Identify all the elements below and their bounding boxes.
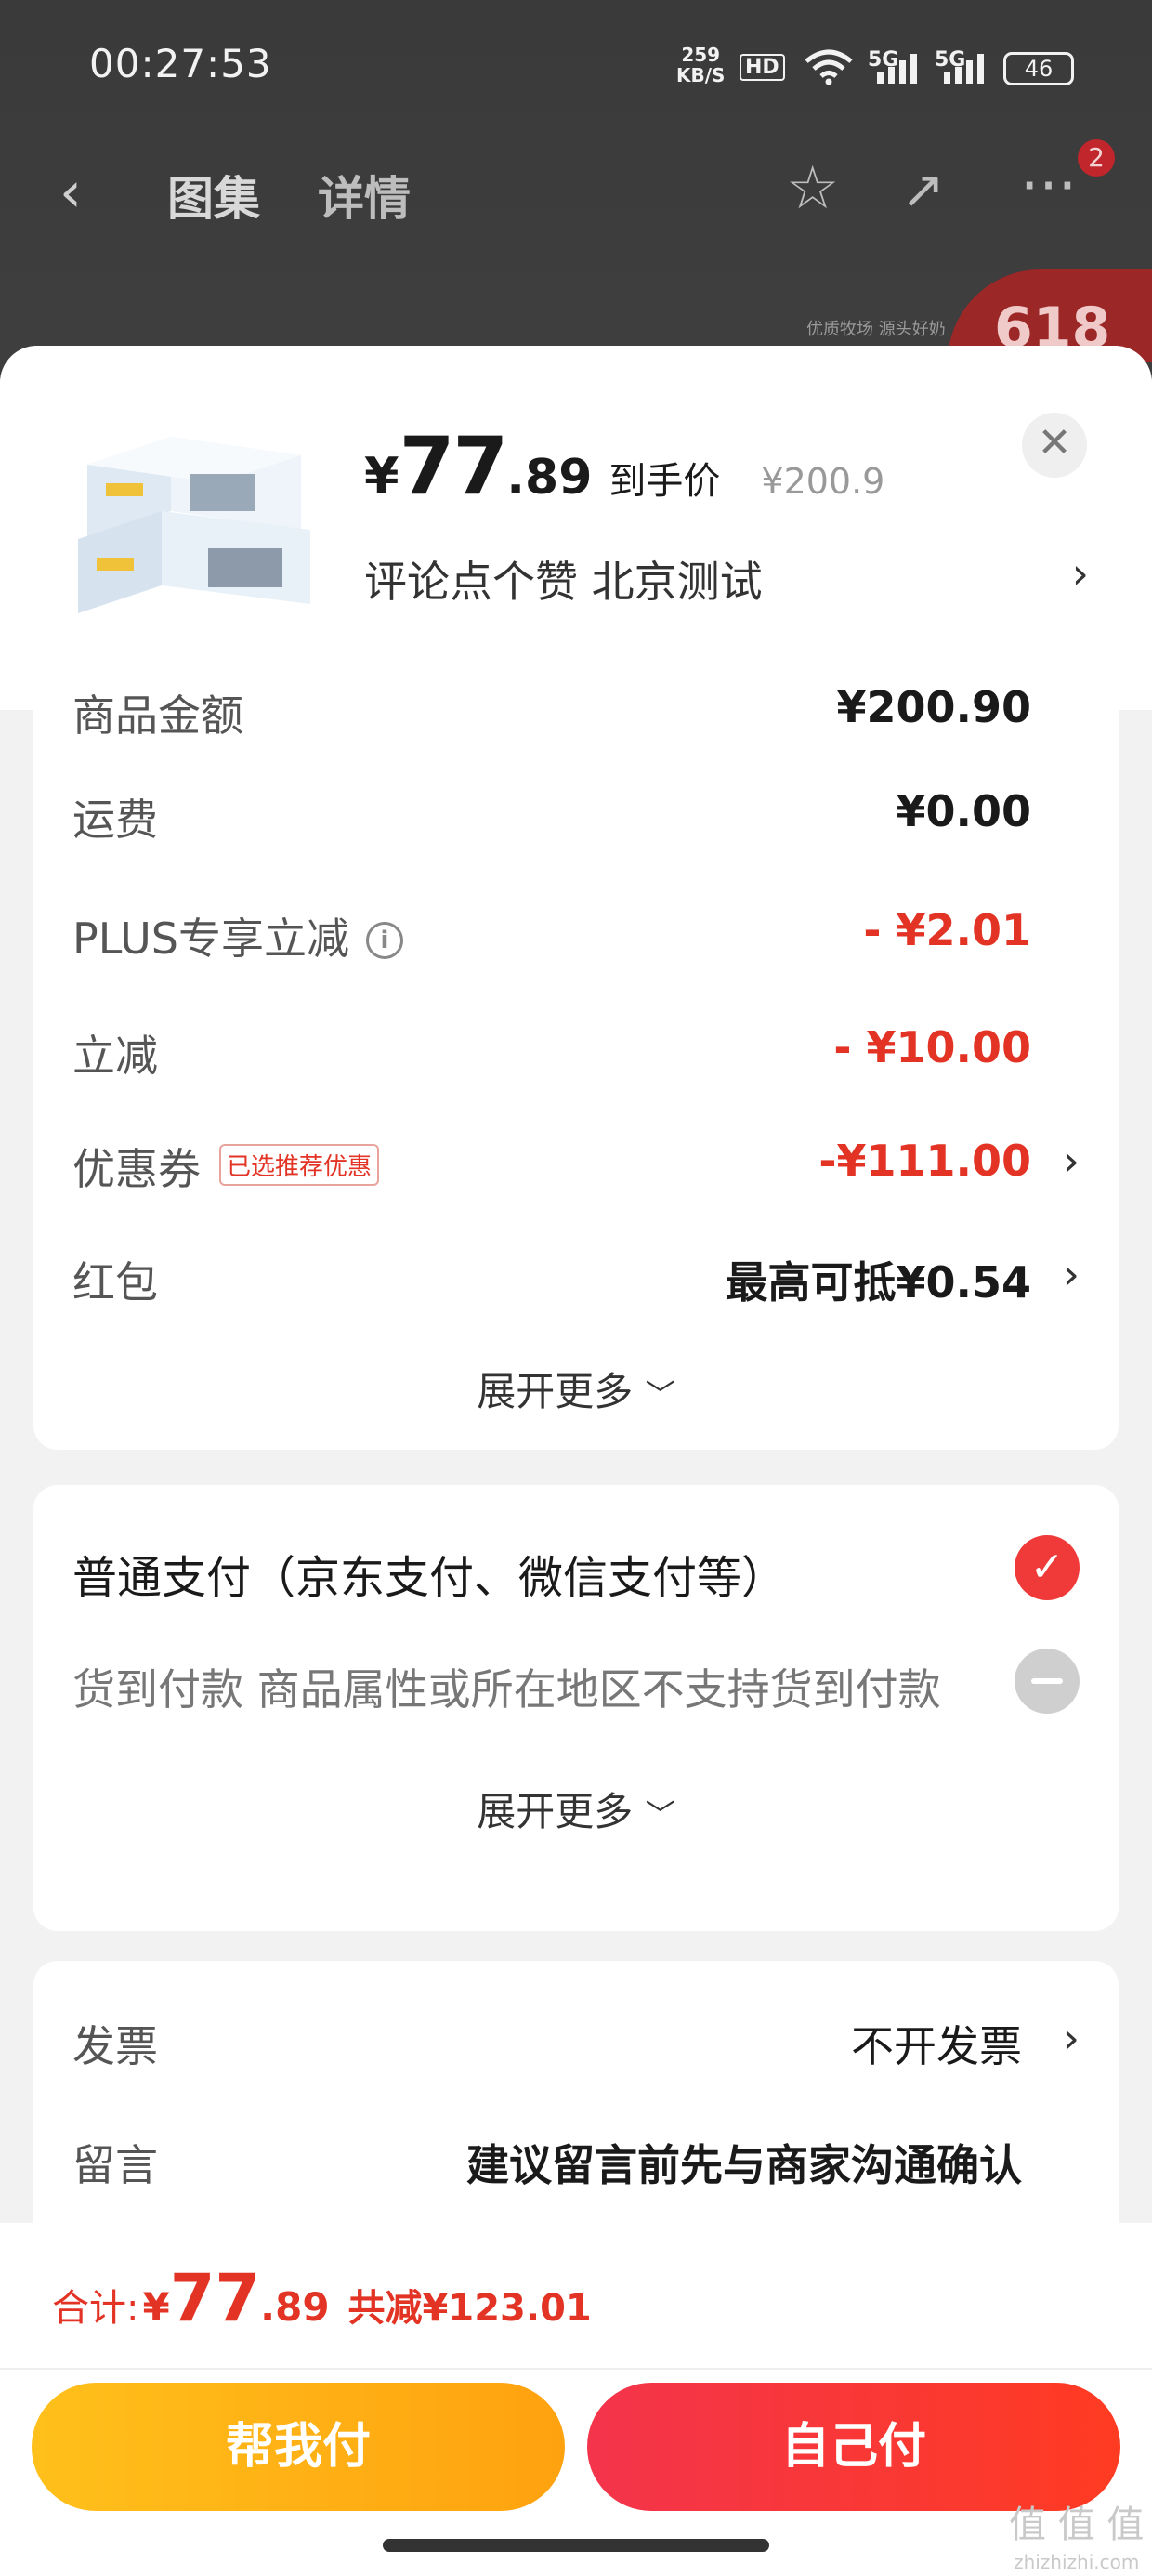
invoice-label: 发票 (72, 2021, 158, 2071)
status-bar: 00:27:53 259 KB/S HD 5G 5G 46 (0, 0, 1152, 139)
total-label: 合计: (52, 2287, 139, 2330)
goods-amount-label: 商品金额 (72, 690, 243, 738)
signal-1-icon (877, 54, 920, 84)
extra-info-card: 发票 不开发票 › 留言 建议留言前先与商家沟通确认 (33, 1961, 1119, 2256)
payment-cod-row: 货到付款 商品属性或所在地区不支持货到付款 (72, 1649, 1080, 1727)
message-input[interactable]: 建议留言前先与商家沟通确认 (466, 2132, 1022, 2193)
payment-normal-label: 普通支付（京东支付、微信支付等） (72, 1552, 787, 1604)
total-summary: 合计: ¥ 77 .89 共减¥123.01 (52, 2260, 592, 2336)
expand-more-price[interactable]: 展开更多 ﹀ (33, 1360, 1119, 1417)
invoice-row[interactable]: 发票 不开发票 › (72, 2013, 1080, 2087)
total-saved: 共减¥123.01 (347, 2287, 592, 2330)
goods-amount-row: 商品金额 ¥200.90 (72, 682, 1031, 738)
plus-discount-label: PLUS专享立减 (72, 913, 349, 964)
check-icon[interactable]: ✓ (1015, 1535, 1080, 1600)
coupon-value: -¥111.00 (818, 1136, 1031, 1186)
watermark: 值 值 值 zhizhizhi.com (1009, 2502, 1144, 2576)
close-icon[interactable]: ✕ (1022, 413, 1087, 478)
more-badge: 2 (1078, 139, 1115, 177)
spec-selector[interactable]: 评论点个赞 北京测试 › (364, 548, 1089, 610)
plus-discount-label-wrap: PLUS专享立减 i (72, 905, 403, 966)
price-label: 到手价 (609, 460, 721, 503)
total-decimal: .89 (260, 2284, 330, 2330)
total-symbol: ¥ (142, 2284, 170, 2330)
plus-discount-value: - ¥2.01 (863, 905, 1031, 955)
price-symbol: ¥ (364, 447, 399, 506)
divider (0, 2368, 1152, 2370)
watermark-url: zhizhizhi.com (1014, 2551, 1140, 2573)
info-icon[interactable]: i (365, 922, 403, 959)
net-speed-value: 259 (681, 44, 721, 66)
help-pay-button[interactable]: 帮我付 (32, 2383, 565, 2511)
disabled-icon (1015, 1649, 1080, 1714)
chevron-right-icon: › (1062, 2013, 1080, 2063)
share-icon[interactable]: ↗ (901, 160, 945, 220)
chevron-down-icon: ﹀ (645, 1377, 675, 1413)
payment-normal-row[interactable]: 普通支付（京东支付、微信支付等） ✓ (72, 1535, 1080, 1611)
instant-discount-label: 立减 (72, 1031, 158, 1081)
star-icon[interactable]: ☆ (786, 154, 839, 223)
total-integer: 77 (169, 2260, 261, 2336)
invoice-value: 不开发票 (851, 2021, 1022, 2071)
coupon-tag: 已选推荐优惠 (219, 1144, 380, 1186)
red-packet-label: 红包 (72, 1257, 158, 1308)
product-thumbnail (69, 409, 320, 613)
status-time: 00:27:53 (89, 41, 272, 86)
price-details-card: 商品金额 ¥200.90 运费 ¥0.00 PLUS专享立减 i - ¥2.01 … (33, 682, 1119, 1450)
chevron-right-icon: › (1062, 1136, 1080, 1186)
message-label: 留言 (72, 2140, 158, 2190)
net-speed-unit: KB/S (676, 64, 726, 86)
product-price: ¥ 77 .89 到手价 ¥200.9 (364, 420, 884, 513)
coupon-label-wrap: 优惠券 已选推荐优惠 (72, 1136, 380, 1197)
signal-2-icon (944, 54, 987, 84)
hd-icon: HD (740, 54, 785, 81)
home-indicator[interactable] (383, 2539, 769, 2552)
chevron-right-icon: › (1062, 1249, 1080, 1299)
shipping-label: 运费 (72, 795, 158, 845)
back-icon[interactable]: ‹ (59, 160, 82, 225)
payment-cod-label: 货到付款 商品属性或所在地区不支持货到付款 (72, 1664, 941, 1715)
chevron-down-icon: ﹀ (645, 1797, 675, 1833)
watermark-logo: 值 值 值 (1009, 2504, 1145, 2546)
instant-discount-value: - ¥10.00 (833, 1022, 1031, 1072)
spec-text: 评论点个赞 北京测试 (364, 557, 763, 607)
more-icon[interactable]: ··· (1020, 152, 1077, 221)
wifi-icon (803, 48, 855, 91)
battery-icon: 46 (1003, 52, 1074, 85)
payment-method-card: 普通支付（京东支付、微信支付等） ✓ 货到付款 商品属性或所在地区不支持货到付款… (33, 1485, 1119, 1931)
self-pay-button[interactable]: 自己付 (587, 2383, 1120, 2511)
expand-more-payment[interactable]: 展开更多 ﹀ (33, 1781, 1119, 1837)
goods-amount-value: ¥200.90 (836, 682, 1031, 732)
tab-gallery[interactable]: 图集 (167, 162, 260, 229)
red-packet-row[interactable]: 红包 最高可抵¥0.54 › (72, 1249, 1080, 1323)
expand-more-label: 展开更多 (477, 1369, 634, 1414)
original-price: ¥200.9 (761, 461, 885, 502)
checkout-footer: 合计: ¥ 77 .89 共减¥123.01 帮我付 自己付 值 值 值 zhi… (0, 2223, 1152, 2576)
tab-detail[interactable]: 详情 (318, 162, 411, 229)
price-decimal: .89 (506, 450, 593, 506)
product-header: ¥ 77 .89 到手价 ¥200.9 评论点个赞 北京测试 › (0, 346, 1152, 710)
top-nav: ‹ 图集 详情 ☆ ↗ ··· 2 (0, 139, 1152, 242)
price-integer: 77 (399, 420, 509, 513)
red-packet-value: 最高可抵¥0.54 (725, 1257, 1031, 1308)
promo-caption: 优质牧场 源头好奶 (806, 320, 946, 339)
instant-discount-row: 立减 - ¥10.00 (72, 1022, 1080, 1097)
coupon-label: 优惠券 (72, 1144, 201, 1194)
coupon-row[interactable]: 优惠券 已选推荐优惠 -¥111.00 › (72, 1136, 1080, 1210)
plus-discount-row: PLUS专享立减 i - ¥2.01 (72, 905, 1080, 979)
chevron-right-icon: › (1071, 548, 1089, 598)
shipping-value: ¥0.00 (896, 786, 1031, 836)
shipping-row: 运费 ¥0.00 (72, 786, 1080, 861)
net-speed: 259 KB/S (676, 45, 725, 85)
expand-more-label: 展开更多 (477, 1789, 634, 1834)
message-row[interactable]: 留言 建议留言前先与商家沟通确认 (72, 2132, 1080, 2206)
